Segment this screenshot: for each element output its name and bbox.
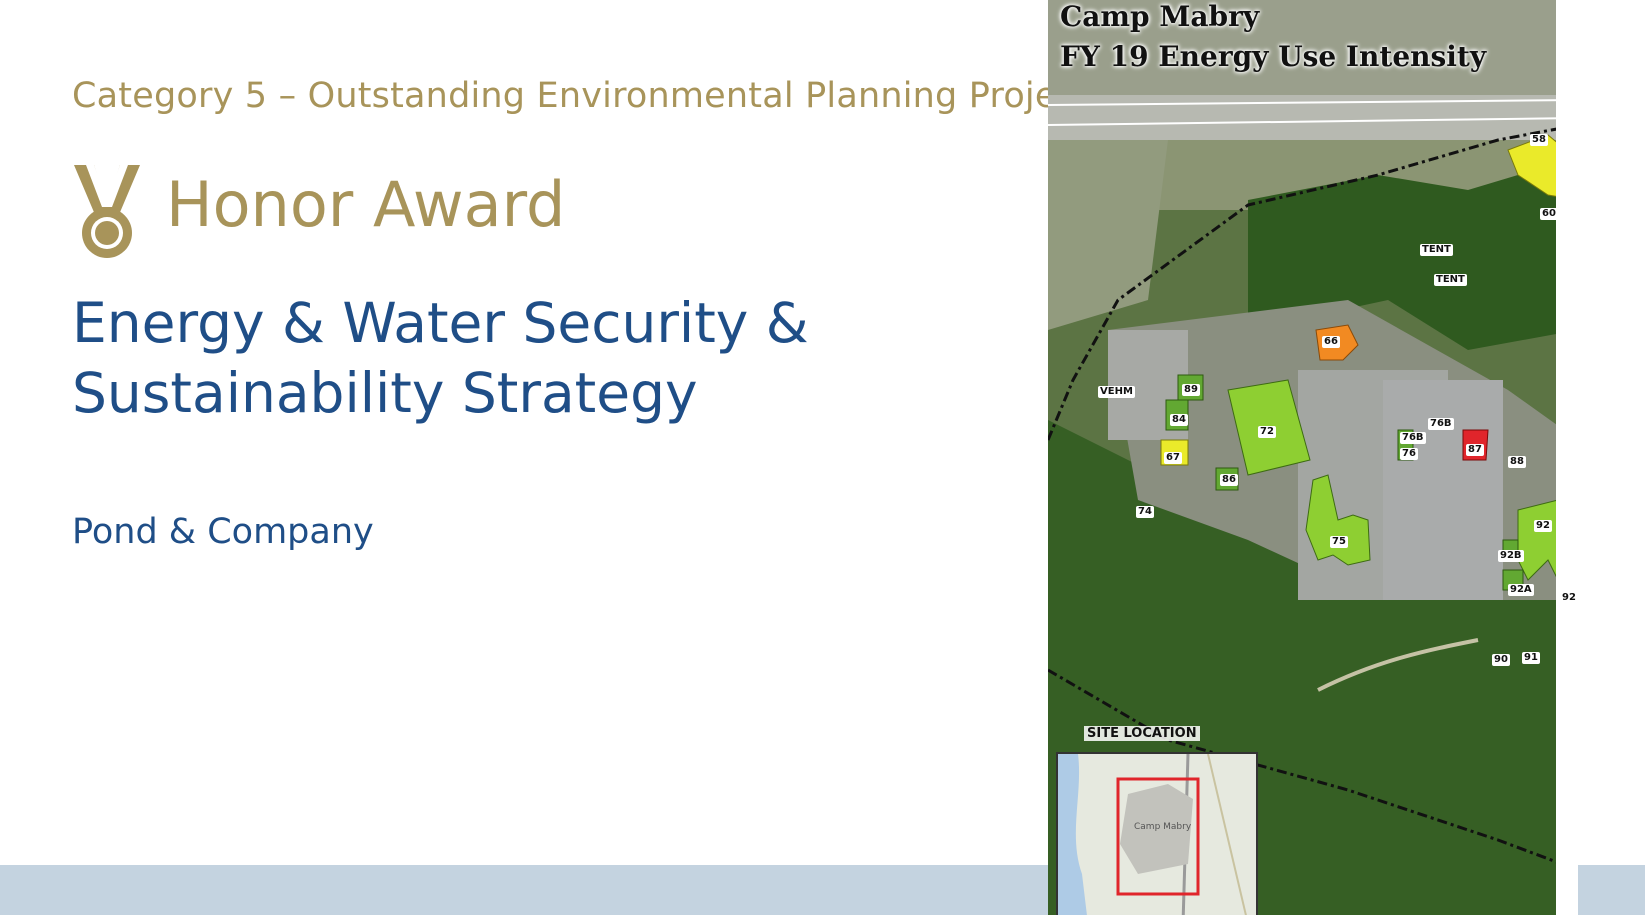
map-subtitle: FY 19 Energy Use Intensity: [1060, 40, 1487, 73]
building-label: 89: [1182, 384, 1200, 396]
medal-icon: [74, 165, 140, 258]
building-label: 90: [1492, 654, 1510, 666]
site-location-label: SITE LOCATION: [1084, 726, 1200, 741]
building-label: 76B: [1400, 432, 1426, 444]
aerial-map-image: Camp Mabry FY 19 Energy Use Intensity 58…: [1048, 0, 1578, 915]
building-label: 84: [1170, 414, 1188, 426]
building-label: 74: [1136, 506, 1154, 518]
award-title: Honor Award: [166, 168, 566, 241]
building-label: TENT: [1434, 274, 1467, 286]
project-title-line-2: Sustainability Strategy: [72, 361, 698, 425]
building-label: TENT: [1420, 244, 1453, 256]
site-location-inset-map: Camp Mabry: [1056, 752, 1258, 915]
building-label: 92A: [1508, 584, 1534, 596]
building-label: 72: [1258, 426, 1276, 438]
slide: Category 5 – Outstanding Environmental P…: [0, 0, 1645, 915]
building-label: 92: [1534, 520, 1552, 532]
building-label: 92B: [1498, 550, 1524, 562]
building-label: 60: [1540, 208, 1558, 220]
award-category: Category 5 – Outstanding Environmental P…: [72, 76, 1090, 116]
building-label: 91: [1522, 652, 1540, 664]
inset-map-graphic: [1058, 754, 1256, 915]
building-label: 58: [1530, 134, 1548, 146]
building-label: 75: [1330, 536, 1348, 548]
map-title: Camp Mabry: [1060, 0, 1260, 33]
company-name: Pond & Company: [72, 512, 374, 552]
project-title: Energy & Water Security & Sustainability…: [72, 288, 972, 428]
building-label: 76B: [1428, 418, 1454, 430]
building-label: 76: [1400, 448, 1418, 460]
inset-map-label: Camp Mabry: [1134, 822, 1192, 832]
building-label: 86: [1220, 474, 1238, 486]
building-label: VEHM: [1098, 386, 1135, 398]
building-label: 88: [1508, 456, 1526, 468]
project-title-line-1: Energy & Water Security &: [72, 291, 809, 355]
building-label: 67: [1164, 452, 1182, 464]
building-label: 92: [1560, 592, 1578, 604]
building-label: 66: [1322, 336, 1340, 348]
building-label: 87: [1466, 444, 1484, 456]
